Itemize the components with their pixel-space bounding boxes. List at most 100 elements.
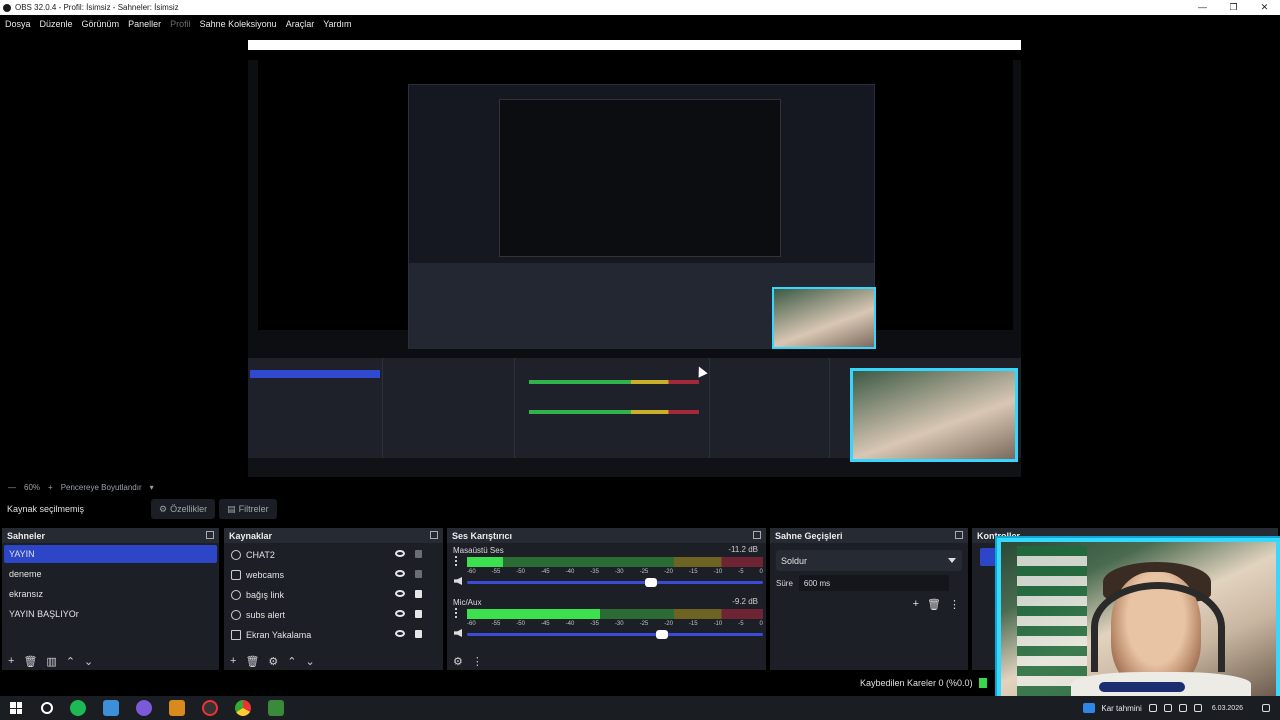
search-icon[interactable]: [41, 702, 53, 714]
source-item[interactable]: CHAT2: [226, 545, 441, 565]
app-icon[interactable]: [268, 700, 284, 716]
lock-icon[interactable]: [415, 630, 422, 638]
visibility-eye-icon[interactable]: [395, 590, 405, 597]
scale-tick: -50: [516, 621, 525, 627]
scene-item[interactable]: YAYIN: [4, 545, 217, 563]
network-icon[interactable]: [1163, 704, 1172, 712]
undock-icon[interactable]: [430, 531, 438, 539]
add-scene-button[interactable]: +: [8, 655, 14, 667]
chevron-down-icon[interactable]: ▾: [150, 483, 154, 492]
obs-icon[interactable]: [202, 700, 218, 716]
fit-to-window-label[interactable]: Pencereye Boyutlandır: [61, 483, 142, 492]
lock-icon[interactable]: [415, 590, 422, 598]
steam-icon[interactable]: [103, 700, 119, 716]
meter-scale: -60 -55 -50 -45 -40 -35 -30 -25 -20 -15 -10 -5 0: [467, 621, 763, 627]
close-button[interactable]: ✕: [1249, 0, 1280, 15]
scale-tick: -55: [491, 569, 501, 575]
source-item[interactable]: bağış link: [226, 585, 441, 605]
app-icon[interactable]: [169, 700, 185, 716]
zoom-out-button[interactable]: —: [8, 483, 16, 492]
undock-icon[interactable]: [206, 531, 214, 539]
chrome-icon[interactable]: [235, 700, 251, 716]
menu-file[interactable]: Dosya: [5, 19, 31, 29]
channel-menu-icon[interactable]: [455, 608, 457, 618]
clock-date[interactable]: 6.03.2026: [1212, 705, 1243, 712]
microphone-icon[interactable]: [1178, 704, 1187, 712]
mixer-menu-button[interactable]: ⋮: [472, 655, 483, 668]
scene-item[interactable]: ekransız: [4, 585, 217, 603]
move-down-button[interactable]: ⌄: [84, 655, 93, 668]
scene-item[interactable]: YAYIN BAŞLIYOr: [4, 605, 217, 623]
notification-icon[interactable]: [1262, 704, 1270, 712]
volume-slider[interactable]: [467, 630, 763, 639]
menu-bar: Dosya Düzenle Görünüm Paneller Profil Sa…: [0, 15, 1280, 32]
spotify-icon[interactable]: [70, 700, 86, 716]
add-source-button[interactable]: +: [230, 655, 236, 667]
meter-level: [467, 562, 503, 567]
zoom-in-button[interactable]: +: [48, 483, 53, 492]
remove-source-button[interactable]: 🗑: [245, 655, 259, 668]
undock-icon[interactable]: [955, 531, 963, 539]
scene-filters-button[interactable]: ▥: [46, 655, 56, 668]
weather-icon[interactable]: [1083, 703, 1096, 713]
visibility-eye-icon[interactable]: [395, 610, 405, 617]
remove-transition-button[interactable]: 🗑: [927, 598, 941, 611]
webcam-overlay: [997, 538, 1280, 702]
scale-tick: -5: [738, 569, 744, 575]
move-down-button[interactable]: ⌄: [306, 655, 315, 668]
lock-icon[interactable]: [415, 550, 422, 558]
source-properties-button[interactable]: ⚙: [268, 655, 278, 668]
menu-help[interactable]: Yardım: [323, 19, 351, 29]
source-item[interactable]: Ekran Yakalama: [226, 625, 441, 645]
lock-icon[interactable]: [415, 570, 422, 578]
slider-knob[interactable]: [656, 630, 669, 639]
windows-start-icon[interactable]: [10, 702, 22, 714]
scale-tick: -5: [738, 621, 744, 627]
monitor-icon: [231, 630, 241, 640]
menu-edit[interactable]: Düzenle: [40, 19, 73, 29]
scenes-footer: + 🗑 ▥ ⌃ ⌄: [2, 652, 219, 670]
zoom-level: 60%: [24, 482, 41, 492]
preview-canvas[interactable]: [0, 32, 1280, 480]
speaker-icon[interactable]: [454, 577, 462, 585]
visibility-eye-icon[interactable]: [395, 570, 405, 577]
filters-button[interactable]: ▤ Filtreler: [219, 499, 277, 519]
move-up-button[interactable]: ⌃: [66, 655, 75, 668]
transitions-title: Sahne Geçişleri: [775, 530, 843, 541]
scale-tick: -30: [614, 621, 624, 627]
lock-icon[interactable]: [415, 610, 422, 618]
transition-menu-button[interactable]: ⋮: [949, 598, 960, 611]
remove-scene-button[interactable]: 🗑: [23, 655, 37, 668]
menu-tools[interactable]: Araçlar: [286, 19, 315, 29]
visibility-eye-icon[interactable]: [395, 550, 405, 557]
minimize-button[interactable]: —: [1187, 0, 1218, 15]
duration-input[interactable]: 600 ms: [798, 575, 949, 591]
transition-select[interactable]: Soldur: [776, 550, 962, 571]
restore-button[interactable]: ❐: [1218, 0, 1249, 15]
slider-knob[interactable]: [644, 578, 657, 587]
menu-docks[interactable]: Paneller: [128, 19, 161, 29]
weather-label[interactable]: Kar tahmini: [1101, 704, 1141, 713]
add-transition-button[interactable]: +: [913, 598, 919, 611]
volume-slider[interactable]: [467, 578, 763, 587]
scene-item[interactable]: deneme: [4, 565, 217, 583]
menu-view[interactable]: Görünüm: [82, 19, 120, 29]
source-item[interactable]: subs alert: [226, 605, 441, 625]
channel-menu-icon[interactable]: [455, 556, 457, 566]
chevron-up-icon[interactable]: [1148, 704, 1157, 712]
menu-profile[interactable]: Profil: [170, 19, 191, 29]
connection-status-icon: [979, 678, 987, 688]
mixer-title: Ses Karıştırıcı: [452, 530, 513, 541]
scale-tick: -55: [491, 621, 501, 627]
menu-scene-collection[interactable]: Sahne Koleksiyonu: [200, 19, 277, 29]
move-up-button[interactable]: ⌃: [287, 655, 296, 668]
sources-header: Kaynaklar: [224, 528, 443, 543]
undock-icon[interactable]: [753, 531, 761, 539]
volume-icon[interactable]: [1193, 704, 1202, 712]
properties-button[interactable]: ⚙ Özellikler: [151, 499, 216, 519]
source-item[interactable]: webcams: [226, 565, 441, 585]
discord-icon[interactable]: [136, 700, 152, 716]
visibility-eye-icon[interactable]: [395, 630, 405, 637]
advanced-audio-button[interactable]: ⚙: [453, 655, 463, 668]
speaker-icon[interactable]: [454, 629, 462, 637]
